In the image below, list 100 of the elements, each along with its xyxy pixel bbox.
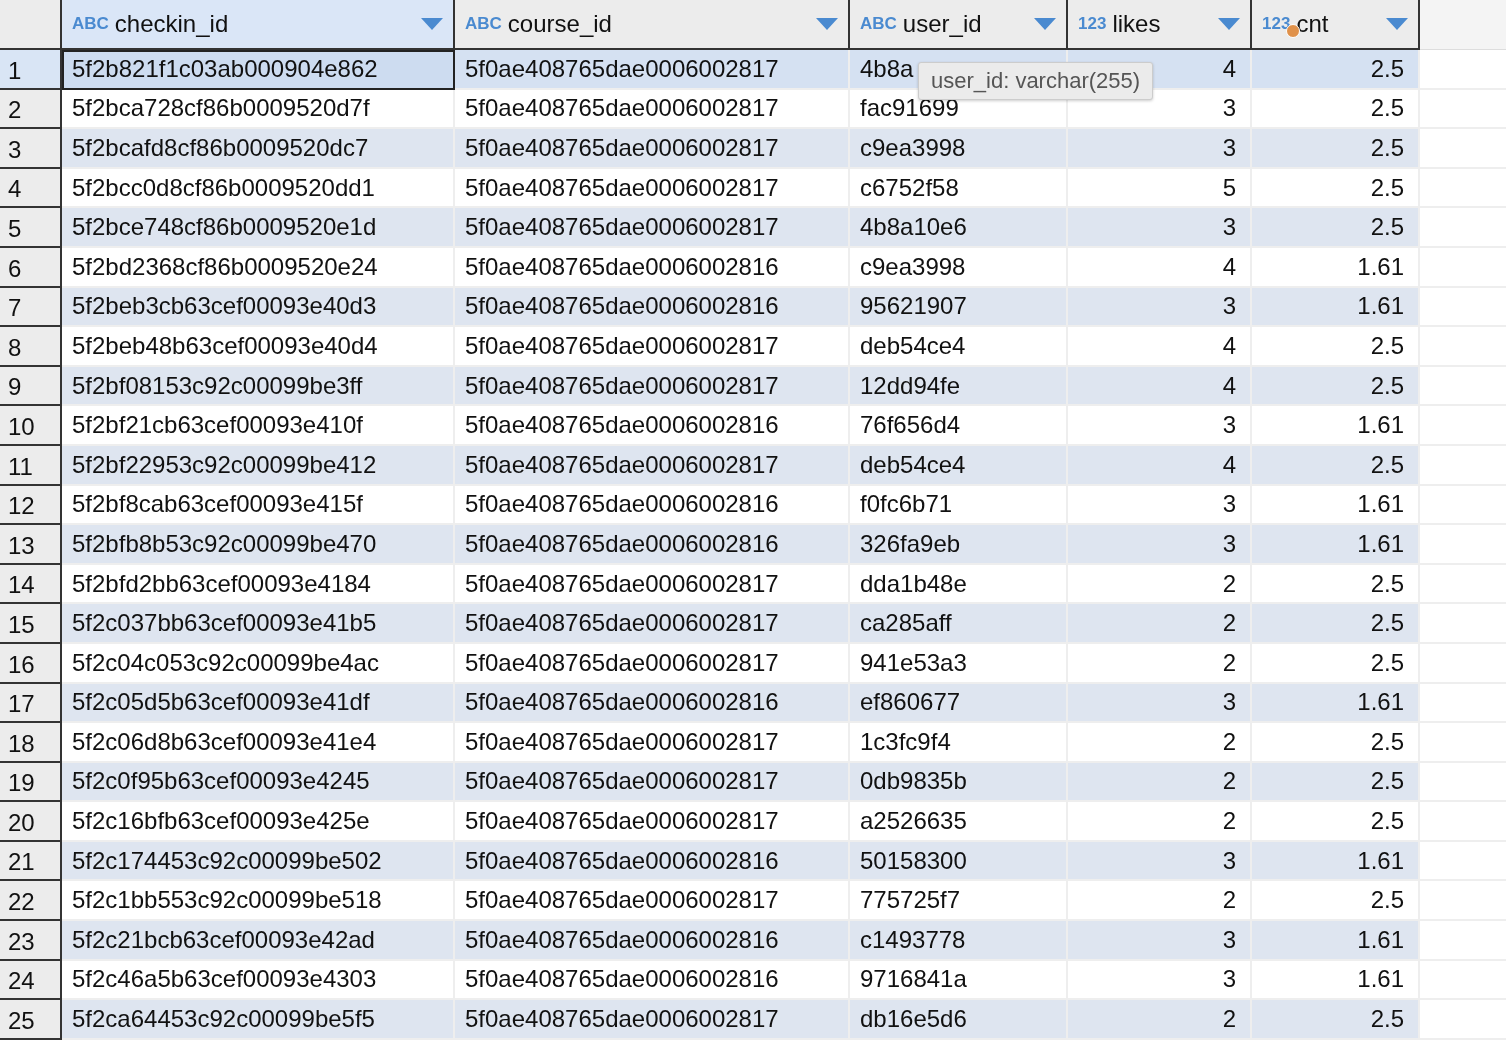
table-cell: 5f2bce748cf86b0009520e1d (62, 208, 455, 248)
table-cell: 0db9835b (850, 762, 1068, 803)
table-cell: 5f0ae408765dae0006002817 (455, 762, 850, 803)
dropdown-caret-icon[interactable] (816, 18, 838, 30)
table-cell: 4 (1068, 366, 1252, 407)
column-name: user_id (902, 10, 983, 38)
table-cell: 5f0ae408765dae0006002817 (455, 445, 850, 486)
table-cell: 1.61 (1252, 841, 1420, 882)
table-cell: 2.5 (1252, 129, 1420, 169)
table-cell: 12dd94fe (850, 366, 1068, 407)
table-cell: ca285aff (850, 604, 1068, 644)
row-number[interactable]: 24 (0, 960, 62, 1001)
table-cell: db16e5d6 (850, 1000, 1068, 1040)
row-number[interactable]: 21 (0, 841, 62, 882)
row-number[interactable]: 2 (0, 89, 62, 130)
table-cell: 2 (1068, 604, 1252, 644)
table-cell: 1.61 (1252, 921, 1420, 961)
table-cell: 5f0ae408765dae0006002817 (455, 129, 850, 169)
row-number[interactable]: 15 (0, 604, 62, 644)
row-number[interactable]: 20 (0, 802, 62, 842)
column-name: checkin_id (114, 10, 230, 38)
row-number[interactable]: 7 (0, 287, 62, 328)
table-cell: 2.5 (1252, 208, 1420, 248)
table-cell: 5f2c21bcb63cef00093e42ad (62, 921, 455, 961)
table-cell: 5f0ae408765dae0006002816 (455, 287, 850, 328)
table-cell: 3 (1068, 525, 1252, 565)
row-number[interactable]: 13 (0, 525, 62, 565)
table-cell: 5f0ae408765dae0006002817 (455, 1000, 850, 1040)
table-cell: 5f0ae408765dae0006002816 (455, 683, 850, 724)
table-cell: 1.61 (1252, 287, 1420, 328)
table-cell: 50158300 (850, 841, 1068, 882)
dropdown-caret-icon[interactable] (421, 18, 443, 30)
table-cell: 326fa9eb (850, 525, 1068, 565)
table-cell: 2 (1068, 762, 1252, 803)
table-cell: 2.5 (1252, 762, 1420, 803)
row-number[interactable]: 5 (0, 208, 62, 248)
table-cell: 5f0ae408765dae0006002817 (455, 366, 850, 407)
dropdown-caret-icon[interactable] (1218, 18, 1240, 30)
header-corner (0, 0, 62, 50)
column-name: likes (1112, 10, 1162, 38)
table-cell: 5f2bcafd8cf86b0009520dc7 (62, 129, 455, 169)
row-number[interactable]: 22 (0, 881, 62, 922)
type-label: 123 (1078, 14, 1107, 34)
row-number[interactable]: 4 (0, 168, 62, 209)
table-cell: 5f2ca64453c92c00099be5f5 (62, 1000, 455, 1040)
row-number[interactable]: 3 (0, 129, 62, 169)
row-number[interactable]: 14 (0, 564, 62, 605)
table-cell: 2 (1068, 1000, 1252, 1040)
dropdown-caret-icon[interactable] (1034, 18, 1056, 30)
table-cell: 5f2c174453c92c00099be502 (62, 841, 455, 882)
column-name: cnt (1296, 10, 1330, 38)
table-cell: 2.5 (1252, 1000, 1420, 1040)
row-number[interactable]: 16 (0, 643, 62, 684)
column-header[interactable]: 123 cnt (1252, 0, 1420, 50)
table-cell: 5f2c037bb63cef00093e41b5 (62, 604, 455, 644)
type-label: ABC (860, 14, 897, 34)
row-number[interactable]: 9 (0, 366, 62, 407)
dropdown-caret-icon[interactable] (1386, 18, 1408, 30)
table-cell: 3 (1068, 841, 1252, 882)
table-cell: 5f0ae408765dae0006002816 (455, 921, 850, 961)
table-cell: deb54ce4 (850, 445, 1068, 486)
table-cell: 95621907 (850, 287, 1068, 328)
column-name: course_id (507, 10, 613, 38)
row-number[interactable]: 10 (0, 406, 62, 446)
table-cell: 5f0ae408765dae0006002817 (455, 604, 850, 644)
row-number[interactable]: 25 (0, 1000, 62, 1040)
column-header[interactable]: ABC user_id (850, 0, 1068, 50)
table-cell: 5f2c0f95b63cef00093e4245 (62, 762, 455, 803)
row-number[interactable]: 8 (0, 327, 62, 367)
row-number[interactable]: 11 (0, 445, 62, 486)
table-cell: 5f0ae408765dae0006002817 (455, 208, 850, 248)
column-header[interactable]: 123 likes (1068, 0, 1252, 50)
type-label: ABC (465, 14, 502, 34)
table-cell: 3 (1068, 208, 1252, 248)
row-number[interactable]: 6 (0, 247, 62, 288)
table-cell: 5f2beb3cb63cef00093e40d3 (62, 287, 455, 328)
table-cell: 5f2bf08153c92c00099be3ff (62, 366, 455, 407)
table-cell: c9ea3998 (850, 129, 1068, 169)
type-label: ABC (72, 14, 109, 34)
table-cell: c1493778 (850, 921, 1068, 961)
row-number[interactable]: 19 (0, 762, 62, 803)
tooltip: user_id: varchar(255) (918, 62, 1154, 100)
table-cell: 5f0ae408765dae0006002817 (455, 50, 850, 90)
row-number[interactable]: 12 (0, 485, 62, 526)
table-cell: 3 (1068, 129, 1252, 169)
table-cell: 2.5 (1252, 50, 1420, 90)
column-header[interactable]: ABC course_id (455, 0, 850, 50)
column-header[interactable]: ABC checkin_id (62, 0, 455, 50)
row-number[interactable]: 17 (0, 683, 62, 724)
table-cell: 4 (1068, 445, 1252, 486)
table-cell: 5f2bfb8b53c92c00099be470 (62, 525, 455, 565)
table-cell: 5f2b821f1c03ab000904e862 (62, 50, 455, 90)
row-number[interactable]: 1 (0, 50, 62, 90)
row-number[interactable]: 23 (0, 921, 62, 961)
table-cell: 3 (1068, 287, 1252, 328)
table-cell: ef860677 (850, 683, 1068, 724)
type-label: 123 (1262, 14, 1291, 34)
row-number[interactable]: 18 (0, 723, 62, 763)
table-cell: 5f0ae408765dae0006002816 (455, 525, 850, 565)
table-cell: 2.5 (1252, 366, 1420, 407)
